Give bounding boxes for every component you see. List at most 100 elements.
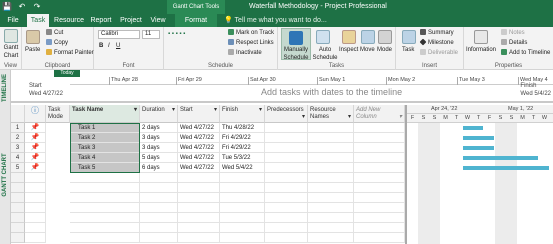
filter-dropdown-icon[interactable]: ▾ — [134, 107, 137, 114]
tab-report[interactable]: Report — [88, 14, 114, 27]
font-size-select[interactable]: 11 — [142, 30, 160, 39]
timeline-pane[interactable]: Today Thu Apr 28 Fri Apr 29 Sat Apr 30 S… — [11, 70, 553, 103]
tell-me-search[interactable]: 💡 Tell me what you want to do... — [224, 14, 327, 27]
info-column-header[interactable]: ⓘ — [25, 105, 46, 123]
undo-icon[interactable]: ↶ — [17, 1, 27, 13]
auto-schedule-icon[interactable] — [316, 30, 330, 44]
gantt-chart-area[interactable]: Apr 24, '22 May 1, '22 FSSMTWTFSSMTWT — [405, 105, 553, 244]
underline-button[interactable]: U — [116, 42, 120, 50]
start-cell[interactable] — [178, 173, 220, 183]
duration-cell[interactable] — [140, 173, 178, 183]
add-column-cell[interactable] — [354, 213, 405, 223]
finish-cell[interactable] — [220, 233, 265, 243]
add-column-cell[interactable] — [354, 153, 405, 163]
resource-names-cell[interactable] — [308, 133, 354, 143]
row-number[interactable]: 1 — [11, 123, 25, 133]
task-mode-cell[interactable] — [25, 213, 46, 223]
cut-button[interactable]: Cut — [46, 29, 63, 37]
tab-format[interactable]: Format — [175, 14, 217, 27]
copy-button[interactable]: Copy — [46, 39, 68, 47]
move-button[interactable]: Move — [360, 46, 375, 54]
task-mode-cell[interactable]: 📌 — [25, 153, 46, 163]
predecessors-cell[interactable] — [265, 183, 308, 193]
predecessors-cell[interactable] — [265, 123, 308, 133]
predecessors-cell[interactable] — [265, 233, 308, 243]
finish-cell[interactable] — [220, 193, 265, 203]
task-mode-column-header[interactable]: Task Mode — [46, 105, 70, 123]
duration-cell[interactable] — [140, 233, 178, 243]
resource-names-cell[interactable] — [308, 233, 354, 243]
duration-column-header[interactable]: Duration ▾ — [140, 105, 178, 123]
duration-cell[interactable] — [140, 193, 178, 203]
duration-cell[interactable]: 3 days — [140, 133, 178, 143]
task-mode-cell[interactable]: 📌 — [25, 133, 46, 143]
row-number[interactable] — [11, 203, 25, 213]
row-number[interactable]: 3 — [11, 143, 25, 153]
format-painter-button[interactable]: Format Painter — [46, 49, 94, 57]
start-cell[interactable]: Wed 4/27/22 — [178, 123, 220, 133]
gantt-task-bar[interactable] — [463, 166, 549, 170]
task-name-cell[interactable]: Task 4 — [70, 153, 140, 163]
predecessors-cell[interactable] — [265, 213, 308, 223]
finish-cell[interactable] — [220, 203, 265, 213]
duration-cell[interactable] — [140, 213, 178, 223]
resource-names-cell[interactable] — [308, 173, 354, 183]
resource-names-column-header[interactable]: Resource Names ▾ — [308, 105, 354, 123]
finish-cell[interactable]: Tue 5/3/22 — [220, 153, 265, 163]
row-number[interactable]: 5 — [11, 163, 25, 173]
task-name-cell[interactable] — [70, 193, 140, 203]
auto-schedule-button[interactable]: Auto Schedule — [312, 46, 338, 62]
redo-icon[interactable]: ↷ — [32, 1, 42, 13]
row-number[interactable] — [11, 173, 25, 183]
add-column-cell[interactable] — [354, 143, 405, 153]
paste-icon[interactable] — [26, 30, 40, 44]
task-name-cell[interactable]: Task 5 — [70, 163, 140, 173]
milestone-button[interactable]: Milestone — [419, 38, 454, 47]
resource-names-cell[interactable] — [308, 153, 354, 163]
finish-column-header[interactable]: Finish ▾ — [220, 105, 265, 123]
timeline-side-tab[interactable]: TIMELINE — [0, 70, 11, 105]
task-mode-cell[interactable] — [25, 193, 46, 203]
details-button[interactable]: Details — [501, 39, 527, 47]
row-number[interactable] — [11, 223, 25, 233]
deliverable-button[interactable]: Deliverable — [420, 49, 458, 57]
resource-names-cell[interactable] — [308, 143, 354, 153]
gantt-task-bar[interactable] — [463, 156, 538, 160]
resource-names-cell[interactable] — [308, 183, 354, 193]
task-mode-cell[interactable] — [25, 203, 46, 213]
task-name-cell[interactable] — [70, 213, 140, 223]
finish-cell[interactable] — [220, 213, 265, 223]
manually-schedule-button[interactable]: Manually Schedule — [281, 28, 311, 61]
task-mode-cell[interactable]: 📌 — [25, 123, 46, 133]
start-cell[interactable] — [178, 183, 220, 193]
predecessors-cell[interactable] — [265, 133, 308, 143]
start-cell[interactable]: Wed 4/27/22 — [178, 143, 220, 153]
start-cell[interactable]: Wed 4/27/22 — [178, 163, 220, 173]
row-number[interactable]: 2 — [11, 133, 25, 143]
task-mode-cell[interactable]: 📌 — [25, 143, 46, 153]
finish-cell[interactable]: Fri 4/29/22 — [220, 143, 265, 153]
add-column-cell[interactable] — [354, 133, 405, 143]
move-icon[interactable] — [361, 30, 375, 44]
duration-cell[interactable] — [140, 203, 178, 213]
tab-task[interactable]: Task — [27, 14, 49, 27]
start-dropdown-icon[interactable]: ▾ — [214, 107, 217, 114]
gantt-chart-side-tab[interactable]: GANTT CHART — [0, 105, 11, 244]
add-column-dropdown-icon[interactable]: ▾ — [399, 114, 402, 121]
duration-cell[interactable] — [140, 223, 178, 233]
row-number[interactable] — [11, 213, 25, 223]
task-button[interactable]: Task — [402, 46, 414, 54]
italic-button[interactable]: I — [108, 42, 110, 50]
start-cell[interactable]: Wed 4/27/22 — [178, 133, 220, 143]
tab-view[interactable]: View — [148, 14, 168, 27]
gantt-task-bar[interactable] — [463, 126, 483, 130]
finish-cell[interactable]: Fri 4/29/22 — [220, 133, 265, 143]
predecessors-cell[interactable] — [265, 143, 308, 153]
mark-on-track-button[interactable]: Mark on Track — [228, 29, 274, 37]
finish-dropdown-icon[interactable]: ▾ — [259, 107, 262, 114]
duration-cell[interactable]: 2 days — [140, 123, 178, 133]
task-mode-cell[interactable] — [25, 223, 46, 233]
add-column-cell[interactable] — [354, 163, 405, 173]
respect-links-button[interactable]: Respect Links — [228, 39, 274, 47]
predecessors-cell[interactable] — [265, 203, 308, 213]
